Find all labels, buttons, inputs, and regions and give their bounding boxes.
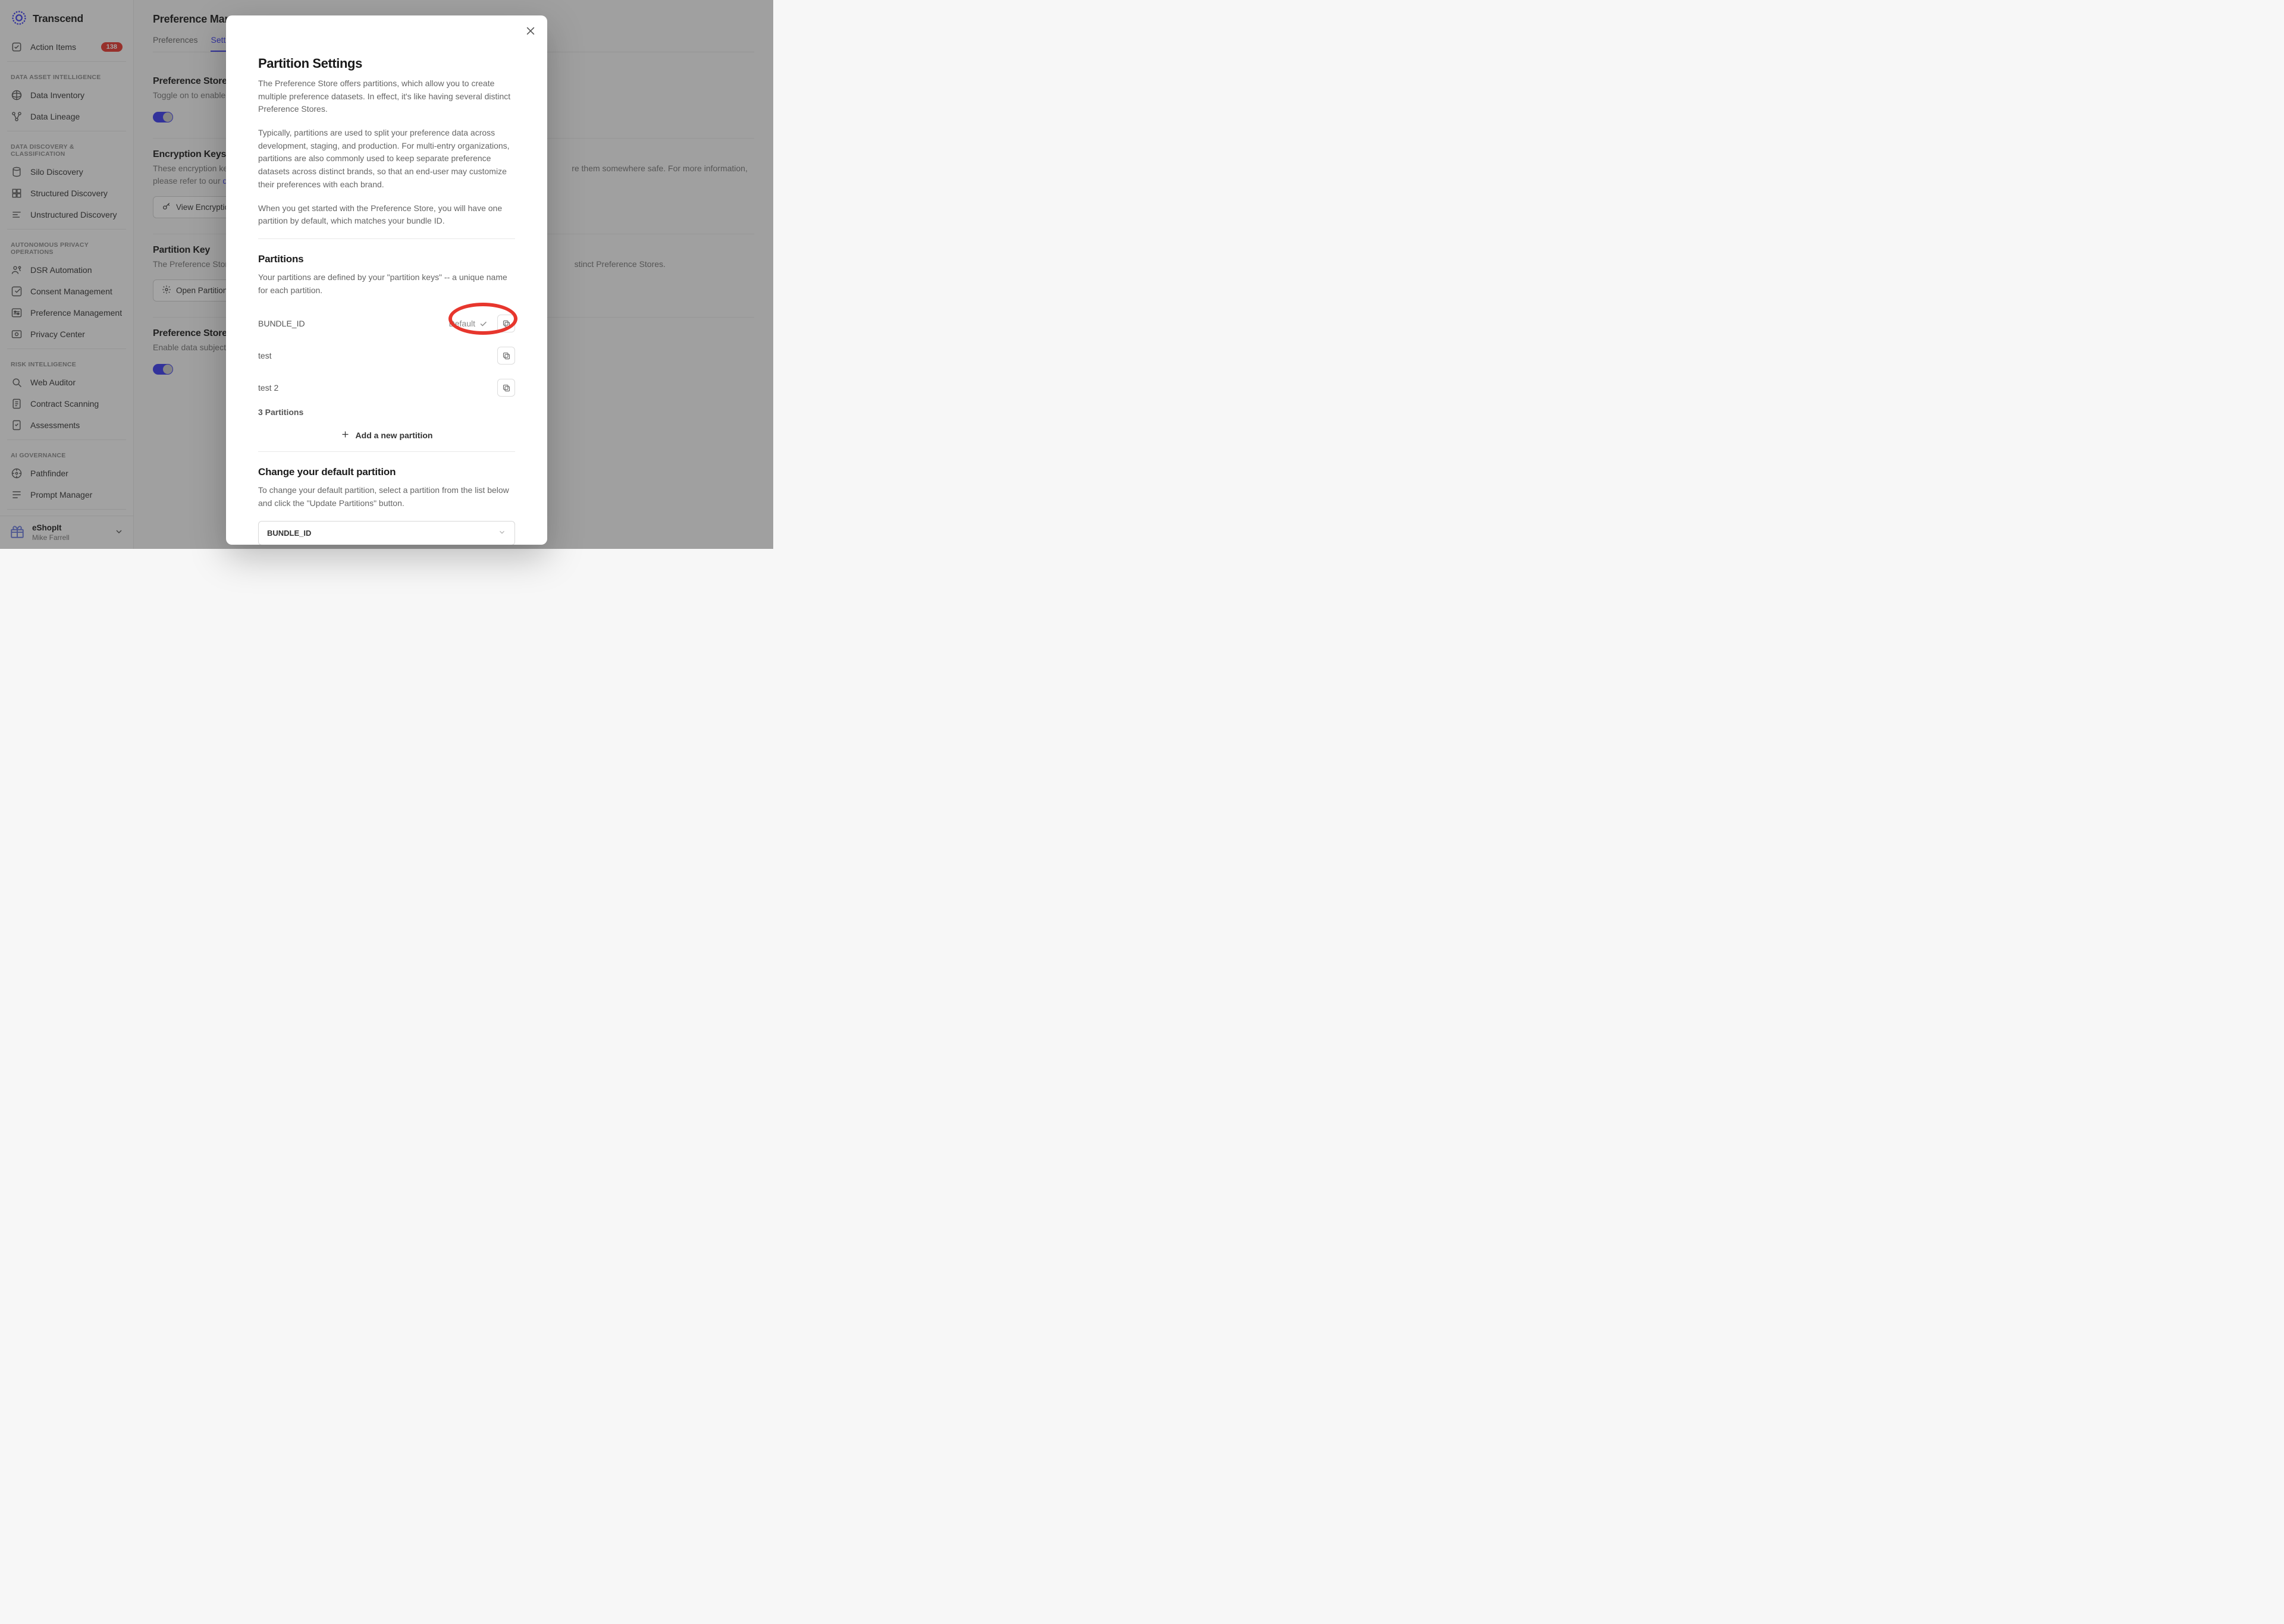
plus-icon	[341, 430, 350, 441]
partition-name: BUNDLE_ID	[258, 319, 445, 328]
partitions-desc: Your partitions are defined by your "par…	[258, 271, 515, 297]
partition-count: 3 Partitions	[258, 404, 515, 417]
modal-divider-2	[258, 451, 515, 452]
modal-divider	[258, 238, 515, 239]
add-partition-label: Add a new partition	[356, 431, 433, 440]
partition-row: test 2	[258, 372, 515, 404]
chevron-down-icon	[498, 528, 506, 538]
modal-p3: When you get started with the Preference…	[258, 202, 515, 228]
partition-row: BUNDLE_IDDefault	[258, 307, 515, 340]
partitions-heading: Partitions	[258, 253, 515, 265]
change-default-heading: Change your default partition	[258, 466, 515, 478]
partition-row: test	[258, 340, 515, 372]
close-icon[interactable]	[525, 25, 537, 37]
modal-p2: Typically, partitions are used to split …	[258, 127, 515, 191]
copy-button[interactable]	[497, 315, 515, 332]
copy-button[interactable]	[497, 379, 515, 397]
modal-p1: The Preference Store offers partitions, …	[258, 77, 515, 116]
modal-title: Partition Settings	[258, 56, 515, 71]
partition-name: test	[258, 351, 494, 360]
partition-name: test 2	[258, 383, 494, 392]
add-partition-button[interactable]: Add a new partition	[258, 417, 515, 445]
default-tag: Default	[445, 316, 491, 331]
default-partition-selected-value: BUNDLE_ID	[267, 529, 311, 538]
partition-settings-modal: Partition Settings The Preference Store …	[226, 15, 547, 545]
default-partition-select[interactable]: BUNDLE_ID	[258, 521, 515, 545]
copy-button[interactable]	[497, 347, 515, 365]
change-default-desc: To change your default partition, select…	[258, 484, 515, 510]
